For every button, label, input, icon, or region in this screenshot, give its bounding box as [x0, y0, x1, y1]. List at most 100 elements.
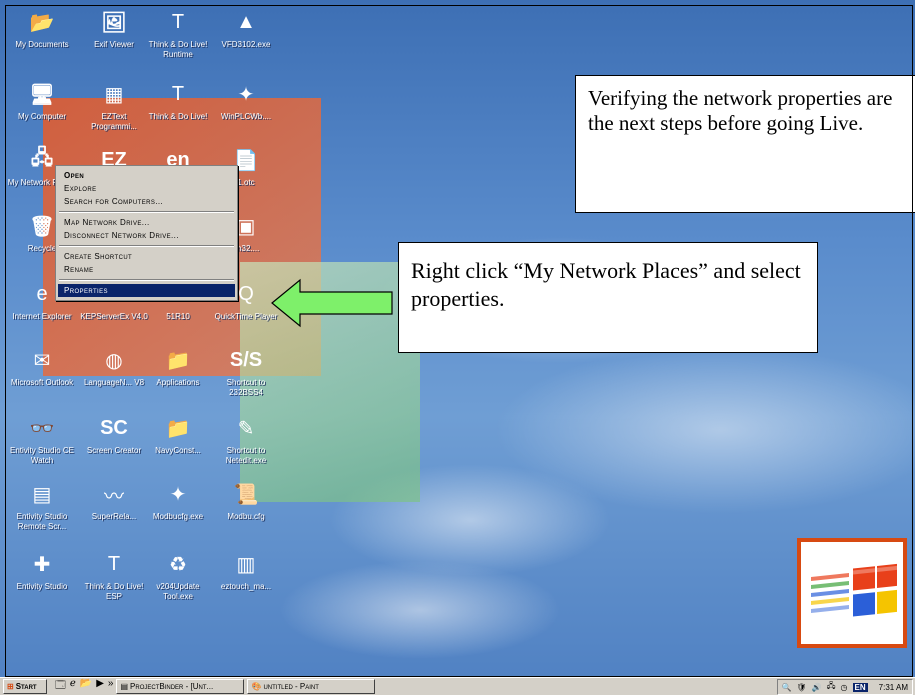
languagen-glyph-icon: ◍: [105, 349, 123, 372]
modbu-cfg-glyph-icon: 📜: [233, 483, 259, 506]
eztouch-glyph-icon: ▥: [236, 553, 256, 576]
tray-icon-2[interactable]: ◷: [841, 683, 848, 692]
menu-separator: [59, 279, 234, 281]
shortcut-232bss4-glyph-icon: S/S: [229, 348, 263, 371]
network-icon[interactable]: 🖧: [827, 680, 836, 694]
v204update-icon[interactable]: ♻ v204Update Tool.exe: [142, 548, 214, 602]
netedit-glyph-icon: ✎: [237, 417, 255, 440]
menu-rename[interactable]: Rename: [58, 263, 235, 276]
superrela-icon[interactable]: 〰 SuperRela...: [78, 478, 150, 522]
clock: 7:31 AM: [878, 682, 908, 692]
context-menu: Open Explore Search for Computers... Map…: [55, 165, 238, 301]
my-documents-icon[interactable]: 📂 My Documents: [6, 6, 78, 50]
icon-label: KEPServerEx V4.0: [80, 312, 148, 321]
media-icon[interactable]: ▶: [96, 678, 104, 695]
exif-viewer-glyph-icon: 🖼: [101, 11, 127, 34]
icon-label: WinPLCWb....: [220, 112, 272, 121]
menu-properties[interactable]: Properties: [58, 284, 235, 297]
menu-explore[interactable]: Explore: [58, 182, 235, 195]
v204update-glyph-icon: ♻: [169, 553, 187, 576]
modbu-cfg-icon[interactable]: 📜 Modbu.cfg: [210, 478, 282, 522]
menu-separator: [59, 211, 234, 213]
menu-search-computers[interactable]: Search for Computers...: [58, 195, 235, 208]
icon-label: Internet Explorer: [12, 312, 72, 321]
think-do-esp-glyph-icon: T: [107, 552, 121, 575]
icon-label: Exif Viewer: [94, 40, 134, 49]
task-paint[interactable]: 🎨 untitled - Paint: [247, 679, 376, 694]
entivity-remote-icon[interactable]: ▤ Entivity Studio Remote Scr...: [6, 478, 78, 532]
netedit-icon[interactable]: ✎ Shortcut to Netedit.exe: [210, 412, 282, 466]
navyconst-folder-icon[interactable]: 📁 NavyConst...: [142, 412, 214, 456]
my-computer-icon[interactable]: 🖥 My Computer: [6, 78, 78, 122]
applications-folder-glyph-icon: 📁: [165, 349, 191, 372]
icon-label: EZText Programmi...: [91, 112, 137, 131]
screen-creator-glyph-icon: SC: [100, 416, 128, 439]
volume-icon[interactable]: 🔊: [812, 683, 822, 692]
explorer-icon[interactable]: 📂: [80, 678, 92, 695]
icon-label: Modbu.cfg: [227, 512, 265, 521]
superrela-glyph-icon: 〰: [104, 485, 124, 508]
icon-label: 51R10: [166, 312, 190, 321]
icon-label: NavyConst...: [155, 446, 201, 455]
internet-explorer-glyph-icon: e: [36, 282, 48, 305]
eztext-icon[interactable]: ▦ EZText Programmi...: [78, 78, 150, 132]
icon-label: SuperRela...: [91, 512, 137, 521]
menu-create-shortcut[interactable]: Create Shortcut: [58, 250, 235, 263]
icon-label: My Computer: [17, 112, 66, 121]
think-do-live-icon[interactable]: T Think & Do Live!: [142, 78, 214, 122]
icon-label: Think & Do Live! Runtime: [148, 40, 208, 59]
screen-creator-icon[interactable]: SC Screen Creator: [78, 412, 150, 456]
icon-label: Applications: [156, 378, 200, 387]
vfd3102-icon[interactable]: ▲ VFD3102.exe: [210, 6, 282, 50]
language-indicator[interactable]: EN: [852, 682, 868, 692]
more-chevron[interactable]: »: [108, 678, 114, 695]
think-do-live-glyph-icon: T: [171, 82, 185, 105]
callout-right-click: Right click “My Network Places” and sele…: [398, 242, 818, 353]
menu-separator: [59, 245, 234, 247]
modbucfg-icon[interactable]: ✦ Modbucfg.exe: [142, 478, 214, 522]
exif-viewer-icon[interactable]: 🖼 Exif Viewer: [78, 6, 150, 50]
modbucfg-glyph-icon: ✦: [169, 483, 187, 506]
entivity-ce-watch-icon[interactable]: 👓 Entivity Studio CE Watch: [6, 412, 78, 466]
task-project-binder[interactable]: ▤ ProjectBinder - [Unt...: [116, 679, 245, 694]
windows-logo: [797, 538, 907, 648]
entivity-studio-icon[interactable]: ✚ Entivity Studio: [6, 548, 78, 592]
tray-icon[interactable]: 🔍: [782, 683, 792, 692]
icon-label: v204Update Tool.exe: [156, 582, 200, 601]
shortcut-232bss4-icon[interactable]: S/S Shortcut to 232BSS4: [210, 344, 282, 398]
shield-icon[interactable]: 🛡: [796, 683, 806, 692]
languagen-icon[interactable]: ◍ LanguageN... V8: [78, 344, 150, 388]
applications-folder-icon[interactable]: 📁 Applications: [142, 344, 214, 388]
icon-label: LanguageN... V8: [83, 378, 145, 387]
think-do-runtime-icon[interactable]: T Think & Do Live! Runtime: [142, 6, 214, 60]
start-button[interactable]: ⊞ Start: [3, 679, 47, 694]
icon-label: Think & Do Live! ESP: [84, 582, 144, 601]
outlook-glyph-icon: ✉: [33, 349, 51, 372]
think-do-esp-icon[interactable]: T Think & Do Live! ESP: [78, 548, 150, 602]
icon-label: Entivity Studio CE Watch: [9, 446, 75, 465]
menu-disconnect-network-drive[interactable]: Disconnect Network Drive...: [58, 229, 235, 242]
icon-label: Think & Do Live!: [148, 112, 208, 121]
menu-open[interactable]: Open: [58, 169, 235, 182]
winplcwb-glyph-icon: ✦: [237, 83, 255, 106]
think-do-runtime-glyph-icon: T: [171, 10, 185, 33]
paint-icon: 🎨: [251, 682, 262, 691]
system-tray: 🔍 🛡 🔊 🖧 ◷ EN 7:31 AM: [776, 679, 913, 695]
ie-icon[interactable]: ℯ: [70, 678, 76, 695]
eztext-glyph-icon: ▦: [104, 83, 124, 106]
navyconst-folder-glyph-icon: 📁: [165, 417, 191, 440]
menu-map-network-drive[interactable]: Map Network Drive...: [58, 216, 235, 229]
projectbinder-icon: ▤: [120, 682, 129, 691]
desktop-icon[interactable]: 🗔: [55, 678, 66, 695]
windows-flag-icon: [811, 563, 897, 617]
eztouch-icon[interactable]: ▥ eztouch_ma...: [210, 548, 282, 592]
icon-label: Modbucfg.exe: [152, 512, 204, 521]
icon-label: VFD3102.exe: [221, 40, 271, 49]
outlook-icon[interactable]: ✉ Microsoft Outlook: [6, 344, 78, 388]
vfd3102-glyph-icon: ▲: [236, 10, 256, 33]
callout-verify-network: Verifying the network properties are the…: [575, 75, 915, 213]
winplcwb-icon[interactable]: ✦ WinPLCWb....: [210, 78, 282, 122]
icon-label: Shortcut to 232BSS4: [226, 378, 266, 397]
icon-label: eztouch_ma...: [220, 582, 272, 591]
icon-label: Shortcut to Netedit.exe: [225, 446, 267, 465]
